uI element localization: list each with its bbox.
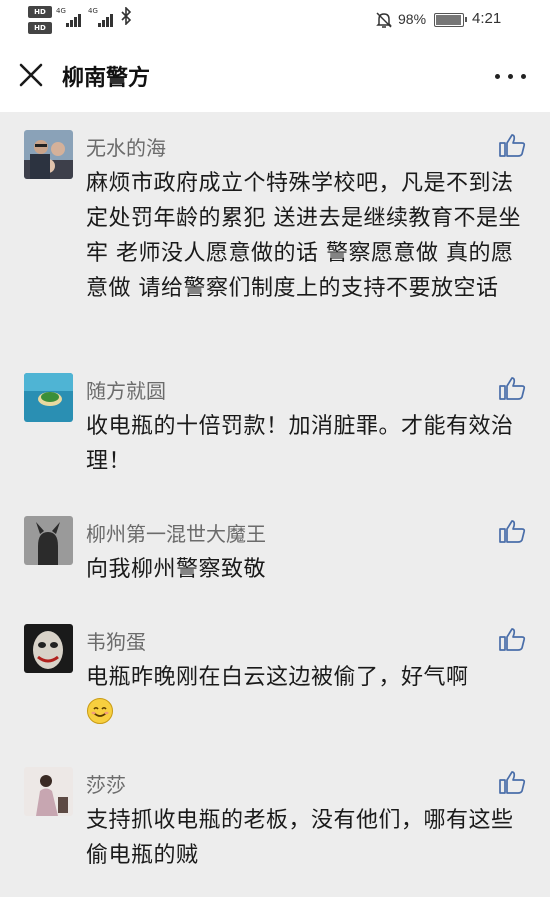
avatar[interactable]: [24, 130, 73, 179]
comment-text: 收电瓶的十倍罚款！加消脏罪。才能有效治理！: [86, 414, 514, 474]
signal-icon: 4G: [56, 7, 82, 27]
battery-icon: [434, 13, 467, 27]
avatar[interactable]: [24, 373, 73, 422]
hd-icon: HD: [28, 22, 52, 34]
page-title: 柳南警方: [62, 66, 151, 91]
status-right: 98% 4:21: [374, 10, 524, 30]
status-bar: HD HD 4G 4G 98% 4:21: [0, 0, 550, 40]
header-bar: 柳南警方: [0, 40, 550, 112]
network-type-label: 4G: [56, 7, 66, 15]
commenter-name[interactable]: 韦狗蛋: [86, 626, 146, 655]
comment-text: 电瓶昨晚刚在白云这边被偷了，好气啊: [86, 660, 522, 730]
commenter-name[interactable]: 柳州第一混世大魔王: [86, 518, 266, 547]
signal-icon: 4G: [88, 7, 114, 27]
comment-text: 支持抓收电瓶的老板，没有他们，哪有这些偷电瓶的贼: [86, 808, 514, 868]
thumbs-up-icon[interactable]: [498, 626, 526, 652]
close-icon[interactable]: [14, 58, 50, 94]
hd-icon: HD: [28, 6, 52, 18]
commenter-name[interactable]: 无水的海: [86, 132, 166, 161]
thumbs-up-icon[interactable]: [498, 769, 526, 795]
commenter-name[interactable]: 莎莎: [86, 769, 126, 798]
clock: 4:21: [472, 10, 502, 27]
network-type-label: 4G: [88, 7, 98, 15]
avatar[interactable]: [24, 624, 73, 673]
comment-text: 麻烦市政府成立个特殊学校吧，凡是不到法定处罚年龄的累犯 送进去是继续教育不是坐牢…: [86, 171, 521, 301]
battery-percent: 98%: [398, 11, 427, 27]
smile-emoji-icon: [86, 697, 114, 725]
mute-icon: [374, 10, 394, 30]
thumbs-up-icon[interactable]: [498, 375, 526, 401]
commenter-name[interactable]: 随方就圆: [86, 375, 166, 404]
status-left: HD HD 4G 4G: [28, 5, 148, 35]
avatar[interactable]: [24, 516, 73, 565]
more-icon[interactable]: [490, 62, 530, 90]
comment-text: 向我柳州警察致敬: [86, 557, 267, 582]
thumbs-up-icon[interactable]: [498, 518, 526, 544]
bluetooth-icon: [120, 6, 132, 29]
comment-text-content: 电瓶昨晚刚在白云这边被偷了，好气啊: [86, 665, 469, 690]
thumbs-up-icon[interactable]: [498, 132, 526, 158]
avatar[interactable]: [24, 767, 73, 816]
